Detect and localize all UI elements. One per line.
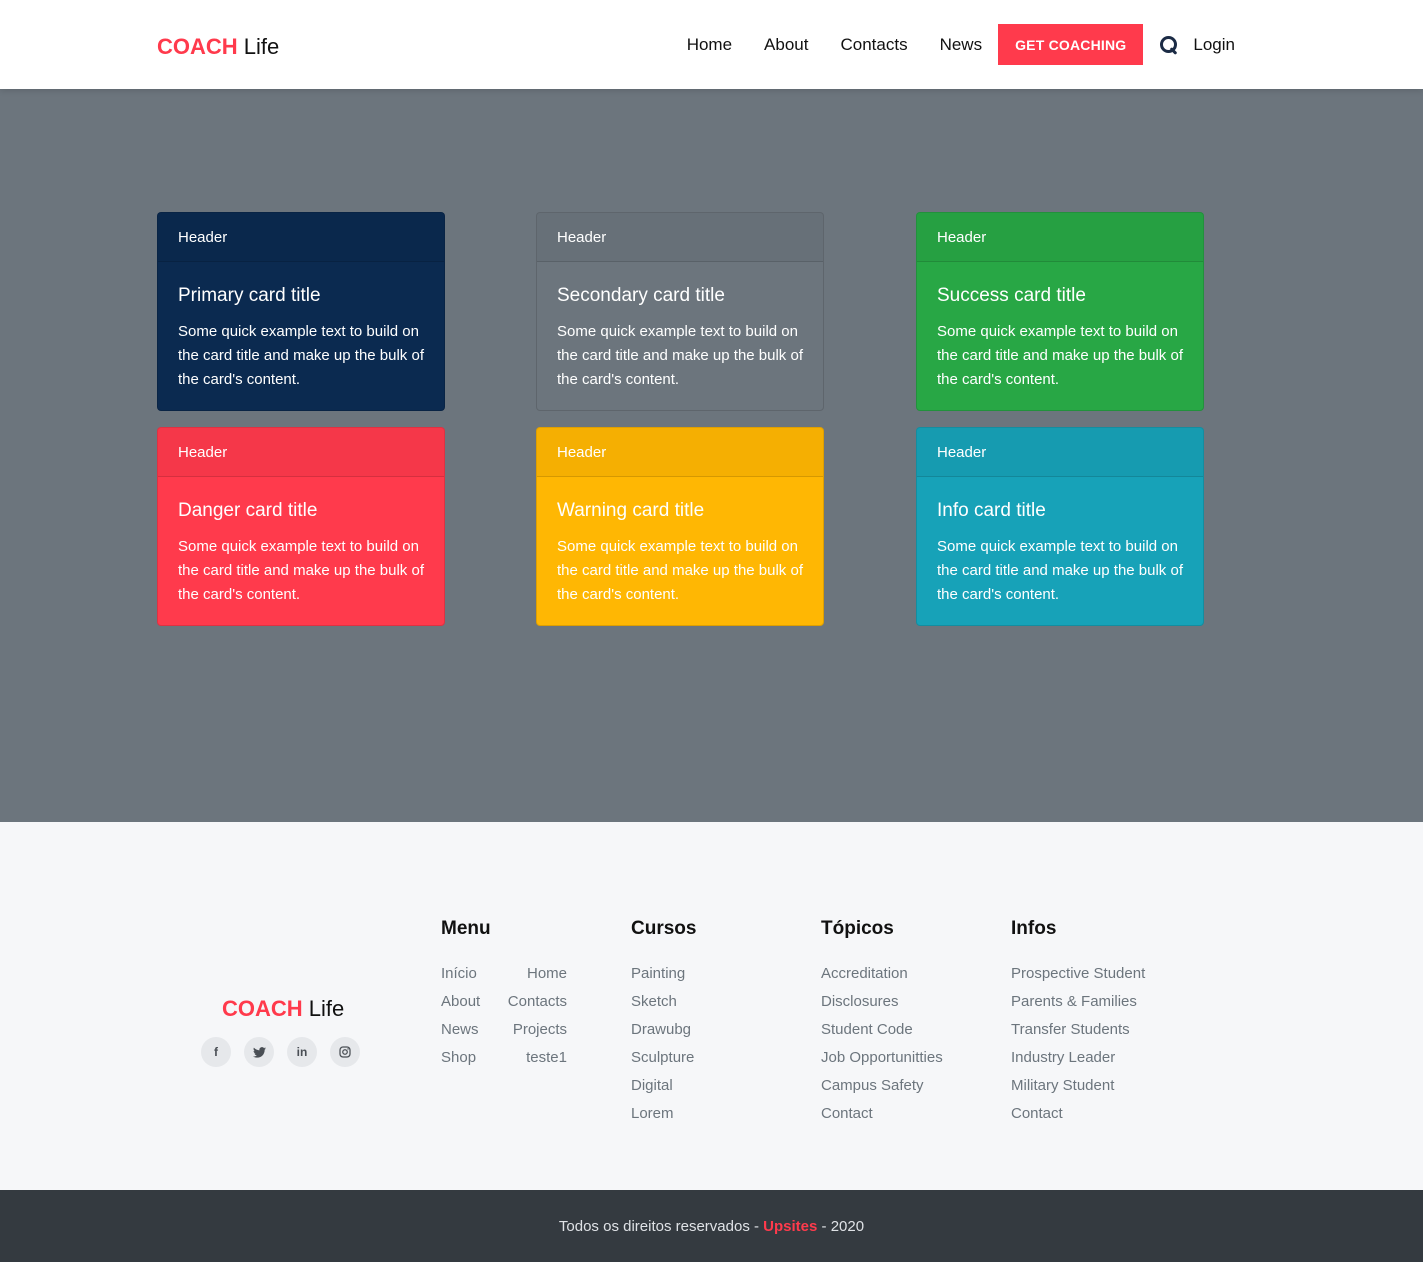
card-header: Header [537,428,823,477]
card-body: Success card title Some quick example te… [917,262,1203,392]
card-title: Success card title [937,285,1086,306]
card-title: Danger card title [178,500,318,521]
footer-link[interactable]: Job Opportunitties [821,1044,943,1072]
footer-link[interactable]: Contacts [503,988,567,1016]
footer-link[interactable]: Home [503,960,567,988]
footer-col-infos: Infos Prospective Student Parents & Fami… [1011,918,1145,1128]
card-primary: Header Primary card title Some quick exa… [157,212,445,411]
footer-link[interactable]: Contact [1011,1100,1145,1128]
footer-link[interactable]: About [441,988,503,1016]
footer-col-title: Cursos [631,918,697,939]
footer: COACH Life f in Menu Início Home About C… [0,822,1423,1190]
footer-link[interactable]: Sketch [631,988,696,1016]
footer-col-title: Tópicos [821,918,894,939]
card-danger: Header Danger card title Some quick exam… [157,427,445,626]
footer-link[interactable]: Digital [631,1072,696,1100]
card-title: Secondary card title [557,285,725,306]
card-header: Header [158,428,444,477]
footer-link[interactable]: Transfer Students [1011,1016,1145,1044]
footer-col-title: Infos [1011,918,1057,939]
brand-primary: COACH [157,34,238,59]
footer-link[interactable]: Prospective Student [1011,960,1145,988]
footer-link[interactable]: Início [441,960,503,988]
footer-link[interactable]: Drawubg [631,1016,696,1044]
footer-link[interactable]: Sculpture [631,1044,696,1072]
card-text: Some quick example text to build on the … [178,538,424,603]
card-title: Info card title [937,500,1046,521]
card-text: Some quick example text to build on the … [178,323,424,388]
facebook-icon[interactable]: f [201,1037,231,1067]
footer-link[interactable]: Disclosures [821,988,943,1016]
footer-link[interactable]: Shop [441,1044,503,1072]
footer-link[interactable]: News [441,1016,503,1044]
footer-link[interactable]: Painting [631,960,696,988]
footer-brand-primary: COACH [222,996,303,1021]
card-text: Some quick example text to build on the … [557,538,803,603]
nav-news[interactable]: News [940,35,983,55]
footer-col-cursos: Cursos Painting Sketch Drawubg Sculpture… [631,918,696,1128]
upsites-link[interactable]: Upsites [763,1218,817,1235]
login-link[interactable]: Login [1193,35,1235,55]
get-coaching-button[interactable]: GET COACHING [998,24,1144,65]
copyright-prefix: Todos os direitos reservados - [558,1217,759,1235]
card-info: Header Info card title Some quick exampl… [916,427,1204,626]
card-body: Danger card title Some quick example tex… [158,477,444,607]
card-body: Info card title Some quick example text … [917,477,1203,607]
footer-brand-logo[interactable]: COACH Life [222,996,344,1022]
card-body: Primary card title Some quick example te… [158,262,444,392]
twitter-icon[interactable] [244,1037,274,1067]
card-secondary: Header Secondary card title Some quick e… [536,212,824,411]
card-text: Some quick example text to build on the … [937,323,1183,388]
hero-section: Header Primary card title Some quick exa… [0,89,1423,822]
card-header: Header [158,213,444,262]
footer-link[interactable]: Lorem [631,1100,696,1128]
footer-link[interactable]: Accreditation [821,960,943,988]
card-body: Warning card title Some quick example te… [537,477,823,607]
card-body: Secondary card title Some quick example … [537,262,823,392]
search-icon[interactable] [1159,35,1179,55]
footer-link[interactable]: Parents & Families [1011,988,1145,1016]
footer-col-menu: Menu Início Home About Contacts News Pro… [441,918,567,1072]
nav-contacts[interactable]: Contacts [840,35,907,55]
copyright-suffix: - 2020 [821,1217,865,1235]
card-title: Primary card title [178,285,321,306]
card-header: Header [537,213,823,262]
nav-about[interactable]: About [764,35,808,55]
card-title: Warning card title [557,500,705,521]
linkedin-icon[interactable]: in [287,1037,317,1067]
instagram-icon[interactable] [330,1037,360,1067]
copyright-bar: Todos os direitos reservados - Upsites -… [0,1190,1423,1262]
footer-link[interactable]: Military Student [1011,1072,1145,1100]
footer-link[interactable]: teste1 [503,1044,567,1072]
card-text: Some quick example text to build on the … [937,538,1183,603]
card-text: Some quick example text to build on the … [557,323,803,388]
brand-logo[interactable]: COACH Life [157,33,279,61]
brand-secondary: Life [243,34,280,59]
footer-link[interactable]: Student Code [821,1016,943,1044]
footer-link[interactable]: Campus Safety [821,1072,943,1100]
nav-home[interactable]: Home [687,35,732,55]
footer-link[interactable]: Industry Leader [1011,1044,1145,1072]
footer-link[interactable]: Contact [821,1100,943,1128]
footer-link[interactable]: Projects [503,1016,567,1044]
card-success: Header Success card title Some quick exa… [916,212,1204,411]
card-warning: Header Warning card title Some quick exa… [536,427,824,626]
footer-brand-secondary: Life [308,996,345,1021]
navbar: COACH Life Home About Contacts News GET … [0,0,1423,89]
social-links: f in [201,1037,373,1067]
main-nav: Home About Contacts News GET COACHING Lo… [687,24,1267,65]
card-header: Header [917,428,1203,477]
footer-col-topicos: Tópicos Accreditation Disclosures Studen… [821,918,943,1128]
card-header: Header [917,213,1203,262]
footer-col-title: Menu [441,918,491,939]
